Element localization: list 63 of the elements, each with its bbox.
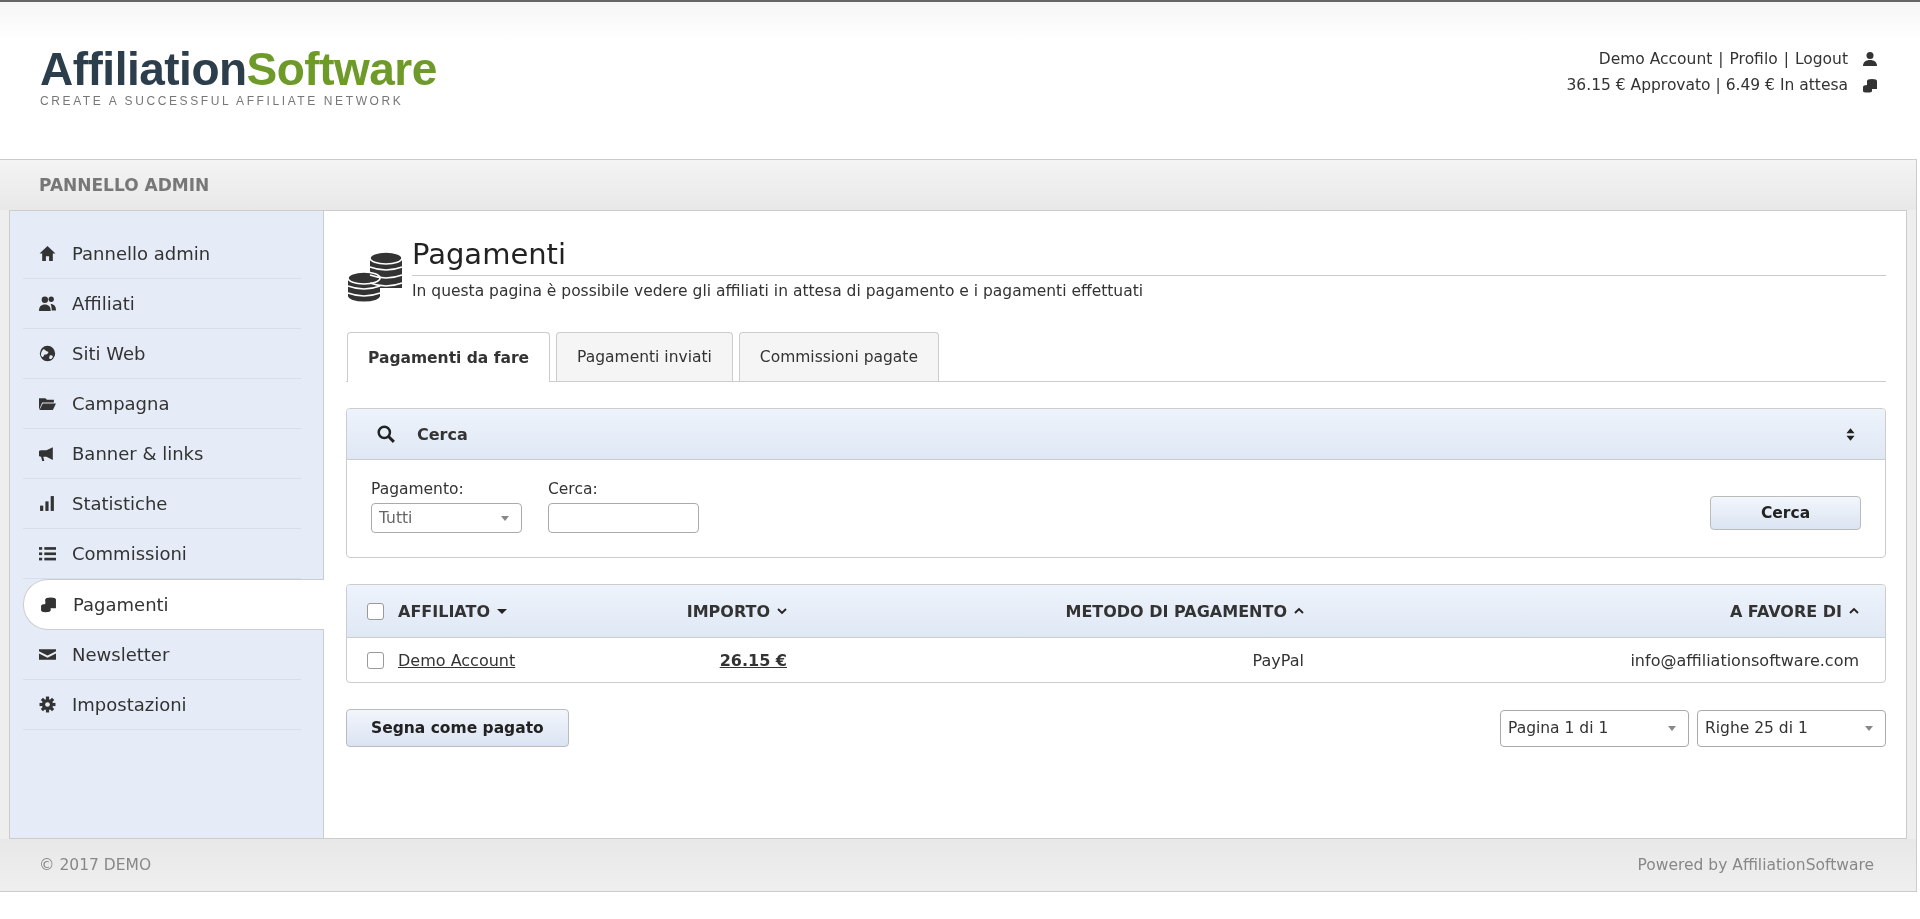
tab[interactable]: Pagamenti inviati [556, 332, 733, 381]
payment-select[interactable]: Tutti [371, 503, 522, 533]
balance-text: 36.15 € Approvato | 6.49 € In attesa [1566, 76, 1848, 94]
home-icon [39, 245, 56, 262]
checkbox[interactable] [367, 602, 384, 620]
sidebar-item[interactable]: Siti Web [23, 329, 301, 379]
megaphone-icon [39, 445, 56, 462]
mark-paid-button[interactable]: Segna come pagato [346, 709, 569, 747]
page-select[interactable]: Pagina 1 di 1 [1500, 709, 1689, 747]
chart-icon [39, 495, 56, 512]
list-icon [39, 545, 56, 562]
sort-icon [1849, 606, 1859, 616]
sidebar-item[interactable]: Campagna [23, 379, 301, 429]
gear-icon [39, 696, 56, 713]
column-header[interactable]: METODO DI PAGAMENTO [1065, 601, 1304, 621]
tab[interactable]: Commissioni pagate [738, 332, 939, 381]
copyright-text: © 2017 DEMO [39, 856, 152, 874]
column-header[interactable]: IMPORTO [686, 601, 787, 621]
separator: | [1783, 50, 1789, 68]
globe-icon [39, 345, 56, 362]
search-title: Cerca [417, 424, 469, 444]
page-title: Pagamenti [412, 237, 1886, 276]
column-header[interactable]: A FAVORE DI [1729, 601, 1859, 621]
sidebar-item[interactable]: Statistiche [23, 479, 301, 529]
panel-title: PANNELLO ADMIN [39, 175, 210, 195]
sort-icon [497, 606, 507, 616]
sort-icon [1294, 606, 1304, 616]
amount-link[interactable]: 26.15 € [719, 650, 787, 670]
sidebar-item[interactable]: Pagamenti [23, 579, 324, 630]
sidebar-item[interactable]: Affiliati [23, 279, 301, 329]
checkbox[interactable] [367, 651, 384, 669]
separator: | [1718, 50, 1724, 68]
sort-icon [1846, 427, 1855, 441]
sidebar-item[interactable]: Impostazioni [23, 680, 301, 730]
powered-by-text: Powered by AffiliationSoftware [1637, 856, 1874, 874]
search-button[interactable]: Cerca [1710, 496, 1861, 530]
page-subtitle: In questa pagina è possibile vedere gli affiliati in attesa di pagamento e i pagamenti effettuati [412, 282, 1145, 300]
user-icon [1862, 51, 1878, 67]
sort-icon [777, 606, 787, 616]
table-cell: info@affiliationsoftware.com [1630, 650, 1859, 670]
sidebar-item[interactable]: Banner & links [23, 429, 301, 479]
sidebar-item[interactable]: Newsletter [23, 630, 301, 680]
search-icon [377, 425, 395, 443]
header-link[interactable]: Profilo [1729, 50, 1778, 68]
dropdown-icon [1668, 725, 1676, 731]
sidebar-item[interactable]: Pannello admin [23, 229, 301, 279]
search-field[interactable] [548, 503, 699, 533]
users-icon [39, 295, 56, 312]
header-link[interactable]: Logout [1794, 50, 1848, 68]
folder-icon [39, 395, 56, 412]
tab[interactable]: Pagamenti da fare [347, 332, 551, 382]
column-header[interactable]: AFFILIATO [398, 601, 507, 621]
rows-select[interactable]: Righe 25 di 1 [1697, 709, 1886, 747]
table-cell: PayPal [1252, 650, 1304, 670]
header-link[interactable]: Demo Account [1598, 50, 1713, 68]
field-label: Cerca: [548, 480, 599, 498]
dropdown-icon [1865, 725, 1873, 731]
logo: AffiliationSoftware CREATE A SUCCESSFUL AFFILIATE NETWORK [40, 46, 437, 108]
field-label: Pagamento: [371, 480, 465, 498]
dropdown-icon [501, 515, 509, 521]
search-header[interactable]: Cerca [347, 409, 1885, 460]
mail-icon [39, 646, 56, 663]
affiliate-link[interactable]: Demo Account [398, 650, 516, 670]
